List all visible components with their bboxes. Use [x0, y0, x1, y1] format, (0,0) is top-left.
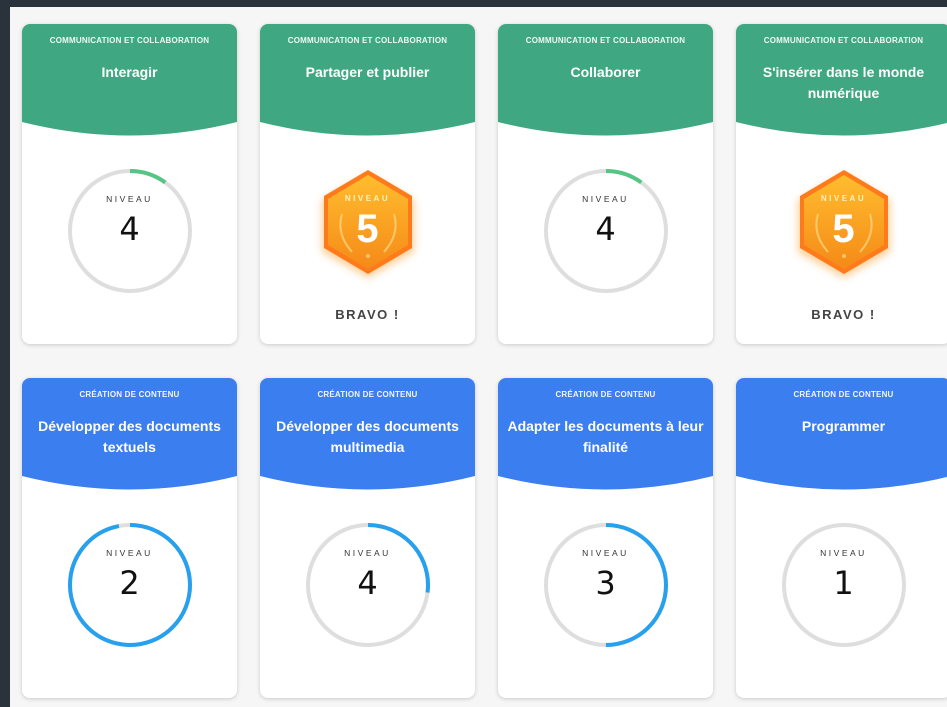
card-category: CRÉATION DE CONTENU	[793, 390, 894, 399]
competence-card-partager-et-publier[interactable]: COMMUNICATION ET COLLABORATION Partager …	[260, 24, 475, 344]
niveau-label: NIVEAU	[820, 194, 867, 203]
card-title: Développer des documents multimedia	[276, 418, 459, 455]
competence-card-programmer[interactable]: CRÉATION DE CONTENU Programmer NIVEAU 1	[736, 378, 947, 698]
niveau-value: 4	[119, 210, 140, 248]
card-header: CRÉATION DE CONTENU Développer des docum…	[260, 378, 475, 493]
niveau-value: 1	[833, 564, 854, 602]
card-title: Partager et publier	[305, 64, 430, 80]
niveau-value: 4	[357, 564, 378, 602]
competences-panel: COMMUNICATION ET COLLABORATION Interagir…	[10, 7, 947, 707]
niveau-label: NIVEAU	[344, 194, 391, 203]
card-category: CRÉATION DE CONTENU	[79, 390, 180, 399]
niveau-value: 3	[595, 564, 616, 602]
card-title: Adapter les documents à leur finalité	[507, 418, 704, 455]
niveau-label: NIVEAU	[582, 194, 629, 204]
niveau-label: NIVEAU	[106, 548, 153, 558]
card-category: CRÉATION DE CONTENU	[555, 390, 656, 399]
card-category: COMMUNICATION ET COLLABORATION	[763, 36, 924, 45]
card-title: Développer des documents textuels	[38, 418, 221, 455]
card-header: COMMUNICATION ET COLLABORATION Partager …	[260, 24, 475, 139]
card-category: COMMUNICATION ET COLLABORATION	[525, 36, 686, 45]
niveau-label: NIVEAU	[106, 194, 153, 204]
card-header: COMMUNICATION ET COLLABORATION Collabore…	[498, 24, 713, 139]
card-category: COMMUNICATION ET COLLABORATION	[287, 36, 448, 45]
card-header: CRÉATION DE CONTENU Adapter les document…	[498, 378, 713, 493]
competence-card-adapter-documents[interactable]: CRÉATION DE CONTENU Adapter les document…	[498, 378, 713, 698]
card-header: CRÉATION DE CONTENU Programmer	[736, 378, 947, 493]
card-title: Collaborer	[570, 64, 641, 80]
competence-card-collaborer[interactable]: COMMUNICATION ET COLLABORATION Collabore…	[498, 24, 713, 344]
competence-card-documents-textuels[interactable]: CRÉATION DE CONTENU Développer des docum…	[22, 378, 237, 698]
card-title: Programmer	[801, 418, 886, 434]
competence-card-documents-multimedia[interactable]: CRÉATION DE CONTENU Développer des docum…	[260, 378, 475, 698]
card-header: CRÉATION DE CONTENU Développer des docum…	[22, 378, 237, 493]
card-title: Interagir	[101, 64, 158, 80]
niveau-label: NIVEAU	[820, 548, 867, 558]
bravo-label: BRAVO !	[811, 307, 876, 322]
competence-card-interagir[interactable]: COMMUNICATION ET COLLABORATION Interagir…	[22, 24, 237, 344]
niveau-value: 4	[595, 210, 616, 248]
card-title: S'insérer dans le monde numérique	[762, 64, 925, 101]
card-header: COMMUNICATION ET COLLABORATION S'insérer…	[736, 24, 947, 139]
card-header: COMMUNICATION ET COLLABORATION Interagir	[22, 24, 237, 139]
card-category: CRÉATION DE CONTENU	[317, 390, 418, 399]
niveau-value: 5	[832, 207, 855, 251]
card-category: COMMUNICATION ET COLLABORATION	[49, 36, 210, 45]
niveau-value: 5	[356, 207, 379, 251]
niveau-value: 2	[119, 564, 140, 602]
niveau-label: NIVEAU	[344, 548, 391, 558]
competence-card-monde-numerique[interactable]: COMMUNICATION ET COLLABORATION S'insérer…	[736, 24, 947, 344]
niveau-label: NIVEAU	[582, 548, 629, 558]
bravo-label: BRAVO !	[335, 307, 400, 322]
